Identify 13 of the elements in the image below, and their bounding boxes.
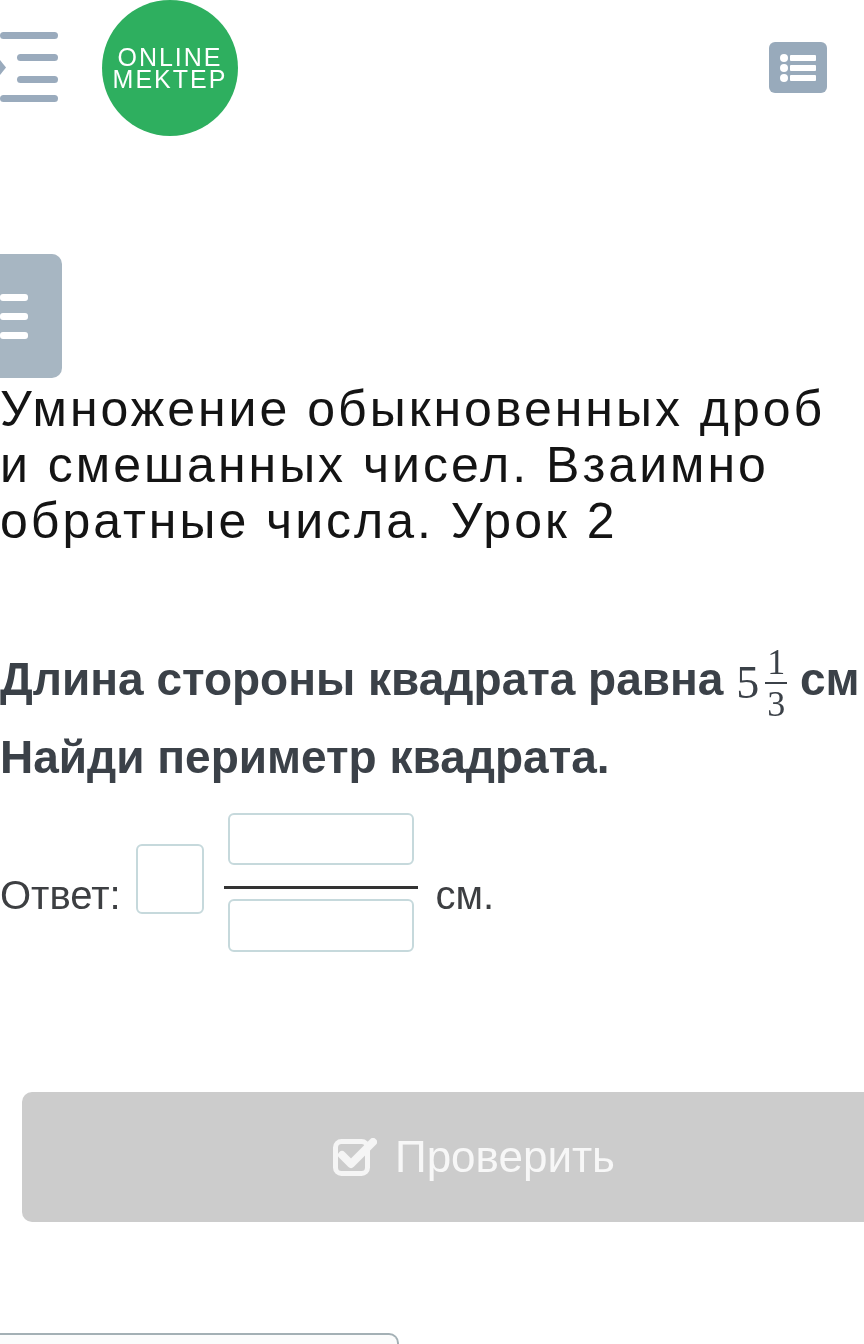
contents-button[interactable] [769, 42, 827, 93]
sidebar-toggle-icon[interactable] [0, 32, 58, 102]
denominator-field[interactable] [227, 898, 414, 952]
lesson-title: Умножение обыкновенных дроб и смешанных чисел. Взаимно обратные числа. Урок 2 [0, 381, 826, 549]
numerator-field[interactable] [227, 812, 414, 865]
whole-number-field[interactable] [135, 843, 204, 914]
unit-label: см. [435, 874, 495, 915]
list-icon [780, 53, 816, 82]
menu-button[interactable] [0, 254, 62, 378]
logo[interactable]: ONLINE MEKTEP [102, 0, 238, 136]
answer-label: Ответ: [0, 874, 121, 915]
menu-icon [0, 293, 28, 339]
checkbox-icon [333, 1137, 377, 1176]
